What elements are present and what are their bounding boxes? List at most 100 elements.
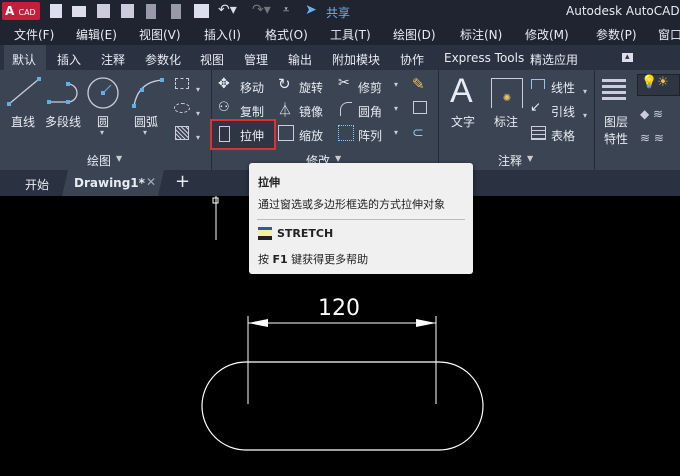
tab-annotate[interactable]: 注释 bbox=[101, 51, 125, 68]
tooltip-command: STRETCH bbox=[277, 227, 334, 240]
mirror-button[interactable]: 镜像 bbox=[299, 103, 323, 120]
array-dropdown-icon[interactable]: ▾ bbox=[394, 128, 398, 137]
tab-parametric[interactable]: 参数化 bbox=[145, 51, 181, 68]
slot-shape[interactable] bbox=[201, 361, 484, 451]
circle-dropdown-icon[interactable]: ▾ bbox=[100, 128, 104, 137]
app-logo[interactable]: A CAD bbox=[2, 2, 40, 20]
tab-manage[interactable]: 管理 bbox=[244, 51, 268, 68]
fillet-button[interactable]: 圆角 bbox=[358, 103, 382, 120]
title-bar: A CAD ↶▾ ↷▾ ⩡ ➤ 共享 Autodesk AutoCAD bbox=[0, 0, 680, 22]
tooltip-divider bbox=[257, 219, 465, 220]
stretch-icon bbox=[219, 126, 230, 142]
linear-icon bbox=[531, 79, 545, 89]
arc-icon[interactable] bbox=[130, 76, 166, 110]
dimension-text[interactable]: 120 bbox=[318, 296, 360, 321]
arc-dropdown-icon[interactable]: ▾ bbox=[143, 128, 147, 137]
layer-tool-icons[interactable]: ◆ ≋ ≋ ≋ bbox=[640, 102, 664, 150]
text-icon: A bbox=[450, 72, 473, 110]
logo-text: A bbox=[5, 4, 15, 18]
layer-properties-button-line2[interactable]: 特性 bbox=[604, 130, 628, 147]
table-button[interactable]: 表格 bbox=[551, 127, 575, 144]
line-label[interactable]: 直线 bbox=[11, 113, 35, 130]
offset-icon[interactable]: ⊂ bbox=[412, 125, 424, 141]
draw-panel-title[interactable]: 绘图 bbox=[87, 152, 111, 169]
tab-default[interactable]: 默认 bbox=[12, 51, 36, 68]
stretch-label[interactable]: 拉伸 bbox=[240, 127, 264, 144]
ellipse-icon[interactable] bbox=[174, 103, 190, 113]
menu-parameter[interactable]: 参数(P) bbox=[596, 26, 637, 43]
help-key: F1 bbox=[272, 253, 288, 266]
publish-icon[interactable] bbox=[171, 4, 181, 19]
tab-addins[interactable]: 附加模块 bbox=[332, 51, 380, 68]
ribbon-minimize-icon[interactable]: ▴ bbox=[622, 53, 633, 62]
text-button[interactable]: 文字 bbox=[451, 113, 475, 130]
menu-edit[interactable]: 编辑(E) bbox=[76, 26, 117, 43]
erase-icon[interactable]: ✎ bbox=[412, 75, 425, 93]
tab-collaborate[interactable]: 协作 bbox=[400, 51, 424, 68]
tab-start[interactable]: 开始 bbox=[25, 176, 49, 193]
fillet-dropdown-icon[interactable]: ▾ bbox=[394, 104, 398, 113]
annotation-panel-title[interactable]: 注释 bbox=[498, 152, 522, 169]
ribbon-panel: 直线 多段线 圆 ▾ 圆弧 ▾ ▾ ▾ ▾ 绘图 ▼ ✥ 移动 ↻ 旋转 ✂ 修剪 … bbox=[0, 70, 680, 170]
modify-panel-dropdown-icon: ▼ bbox=[335, 154, 342, 163]
undo-icon[interactable]: ↶▾ bbox=[218, 2, 237, 18]
polyline-icon[interactable] bbox=[46, 80, 82, 106]
menu-dimension[interactable]: 标注(N) bbox=[460, 26, 502, 43]
hatch-icon[interactable] bbox=[175, 126, 189, 140]
tab-view[interactable]: 视图 bbox=[200, 51, 224, 68]
menu-insert[interactable]: 插入(I) bbox=[204, 26, 241, 43]
tab-insert[interactable]: 插入 bbox=[57, 51, 81, 68]
close-tab-icon[interactable]: ✕ bbox=[146, 175, 156, 189]
save-icon[interactable] bbox=[97, 4, 110, 18]
annotation-dropdowns[interactable]: ▾ ▾ bbox=[583, 80, 587, 128]
menu-format[interactable]: 格式(O) bbox=[265, 26, 308, 43]
help-suffix: 键获得更多帮助 bbox=[291, 253, 369, 266]
menu-view[interactable]: 视图(V) bbox=[139, 26, 181, 43]
move-button[interactable]: 移动 bbox=[240, 79, 264, 96]
new-tab-icon[interactable]: + bbox=[175, 171, 190, 192]
layer-state-control[interactable]: 💡☀ bbox=[637, 74, 680, 96]
ribbon-tabs: 默认 插入 注释 参数化 视图 管理 输出 附加模块 协作 Express To… bbox=[0, 45, 680, 70]
layer-properties-button[interactable]: 图层 bbox=[604, 113, 628, 130]
copy-button[interactable]: 复制 bbox=[240, 103, 264, 120]
menu-modify[interactable]: 修改(M) bbox=[525, 26, 569, 43]
circle-icon[interactable] bbox=[86, 76, 120, 110]
menu-draw[interactable]: 绘图(D) bbox=[393, 26, 436, 43]
customize-icon[interactable]: ⩡ bbox=[283, 3, 289, 17]
share-icon[interactable]: ➤ bbox=[305, 2, 317, 18]
leader-button[interactable]: 引线 bbox=[551, 103, 575, 120]
trim-dropdown-icon[interactable]: ▾ bbox=[394, 80, 398, 89]
tooltip-help: 按 F1 键获得更多帮助 bbox=[258, 251, 368, 267]
open-sheet-icon[interactable] bbox=[146, 4, 156, 19]
tab-output[interactable]: 输出 bbox=[288, 51, 312, 68]
rectangle-icon[interactable] bbox=[175, 78, 189, 89]
share-label[interactable]: 共享 bbox=[326, 4, 350, 21]
redo-icon[interactable]: ↷▾ bbox=[252, 2, 271, 18]
new-icon[interactable] bbox=[50, 4, 62, 18]
dimension-button[interactable]: 标注 bbox=[494, 113, 518, 130]
tab-express-tools[interactable]: Express Tools bbox=[444, 51, 524, 65]
rotate-button[interactable]: 旋转 bbox=[299, 79, 323, 96]
tab-featured-apps[interactable]: 精选应用 bbox=[530, 51, 578, 68]
print-icon[interactable] bbox=[194, 4, 209, 18]
arrow-right bbox=[416, 319, 436, 327]
fillet-icon bbox=[340, 102, 352, 116]
draw-dropdowns[interactable]: ▾ ▾ ▾ bbox=[196, 78, 200, 150]
menu-file[interactable]: 文件(F) bbox=[14, 26, 54, 43]
logo-sub: CAD bbox=[18, 8, 36, 17]
arrow-left bbox=[248, 319, 268, 327]
linear-button[interactable]: 线性 bbox=[551, 79, 575, 96]
menu-window[interactable]: 窗口( bbox=[658, 26, 680, 43]
menu-tools[interactable]: 工具(T) bbox=[330, 26, 371, 43]
tooltip-title: 拉伸 bbox=[258, 176, 280, 189]
array-button[interactable]: 阵列 bbox=[358, 127, 382, 144]
polyline-label[interactable]: 多段线 bbox=[45, 113, 81, 130]
line-icon[interactable] bbox=[6, 76, 42, 108]
save-as-icon[interactable] bbox=[121, 4, 134, 18]
scale-button[interactable]: 缩放 bbox=[299, 127, 323, 144]
open-icon[interactable] bbox=[72, 6, 86, 17]
trim-button[interactable]: 修剪 bbox=[358, 79, 382, 96]
tab-drawing1[interactable]: Drawing1* bbox=[74, 176, 145, 190]
scale-icon bbox=[278, 125, 294, 141]
explode-icon[interactable] bbox=[413, 101, 427, 114]
